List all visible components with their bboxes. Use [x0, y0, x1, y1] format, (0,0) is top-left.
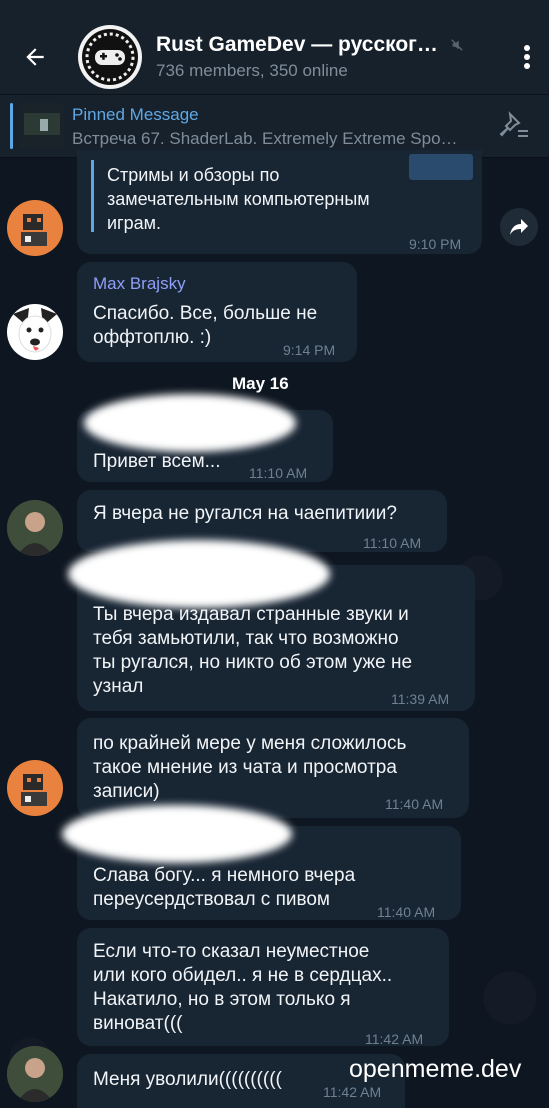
pinned-title: Pinned Message: [72, 105, 199, 124]
avatar[interactable]: [7, 200, 63, 256]
message-time: 11:40 AM: [377, 904, 436, 920]
message-bubble[interactable]: Max Brajsky Спасибо. Все, больше не оффт…: [77, 262, 357, 362]
group-avatar[interactable]: [78, 25, 142, 89]
avatar[interactable]: [7, 1046, 63, 1102]
redacted-sender: [62, 805, 292, 863]
gamepad-logo-icon: [82, 29, 138, 85]
link-preview-thumb: [409, 154, 473, 180]
message-time: 11:10 AM: [249, 465, 308, 481]
unpin-icon: [499, 111, 528, 137]
avatar[interactable]: [7, 304, 63, 360]
mute-icon: [451, 39, 463, 52]
pinned-message-bar[interactable]: Pinned Message Встреча 67. ShaderLab. Ex…: [0, 94, 549, 158]
message-text: Если что-то сказал неуместное или кого о…: [93, 941, 393, 1034]
back-arrow-icon: [26, 48, 44, 66]
avatar[interactable]: [7, 500, 63, 556]
message-time: 9:10 PM: [409, 236, 462, 252]
message-text: Стримы и обзоры по замечательным компьют…: [107, 165, 370, 233]
chat-title: Rust GameDev — русског…: [156, 33, 505, 57]
sender-name: Max Brajsky: [93, 274, 186, 293]
message-text: Ты вчера издавал странные звуки и тебя з…: [93, 604, 413, 697]
watermark: openmeme.dev: [349, 1055, 522, 1083]
pinned-indicator: [10, 103, 13, 149]
message-text: Привет всем...: [93, 451, 221, 472]
message-time: 11:39 AM: [391, 691, 450, 707]
chat-title-area[interactable]: Rust GameDev — русског… 736 members, 350…: [156, 33, 505, 81]
chat-subtitle: 736 members, 350 online: [156, 61, 348, 80]
date-separator: May 16: [232, 374, 289, 393]
pinned-text: Встреча 67. ShaderLab. Extremely Extreme…: [72, 129, 458, 148]
redacted-sender: [68, 540, 330, 608]
unpin-button[interactable]: [494, 109, 530, 143]
message-time: 11:42 AM: [365, 1031, 424, 1047]
more-vert-icon: [524, 45, 530, 69]
more-menu-button[interactable]: [505, 20, 549, 94]
redacted-sender: [84, 394, 296, 452]
message-time: 11:10 AM: [363, 535, 422, 551]
message-text: Меня уволили((((((((((: [93, 1069, 282, 1090]
forward-icon: [510, 219, 528, 235]
message-text: Я вчера не ругался на чаепитиии?: [93, 503, 397, 524]
pinned-thumbnail: [20, 103, 64, 147]
back-button[interactable]: [0, 20, 70, 94]
message-text: по крайней мере у меня сложилось такое м…: [93, 733, 407, 802]
forward-button[interactable]: [500, 208, 538, 246]
message-bubble[interactable]: Стримы и обзоры по замечательным компьют…: [77, 150, 482, 254]
message-time: 11:40 AM: [385, 796, 444, 812]
message-time: 9:14 PM: [283, 342, 336, 358]
avatar[interactable]: [7, 760, 63, 816]
status-bar: [0, 0, 549, 20]
chat-title-text: Rust GameDev — русског…: [156, 33, 438, 56]
message-bubble[interactable]: по крайней мере у меня сложилось такое м…: [77, 718, 469, 818]
forward-quote-bar: [91, 160, 94, 232]
message-text: Слава богу... я немного вчера переусердс…: [93, 865, 356, 910]
message-bubble[interactable]: Я вчера не ругался на чаепитиии? 11:10 A…: [77, 490, 447, 552]
chat-header: Rust GameDev — русског… 736 members, 350…: [0, 20, 549, 94]
message-bubble[interactable]: Если что-то сказал неуместное или кого о…: [77, 928, 449, 1047]
